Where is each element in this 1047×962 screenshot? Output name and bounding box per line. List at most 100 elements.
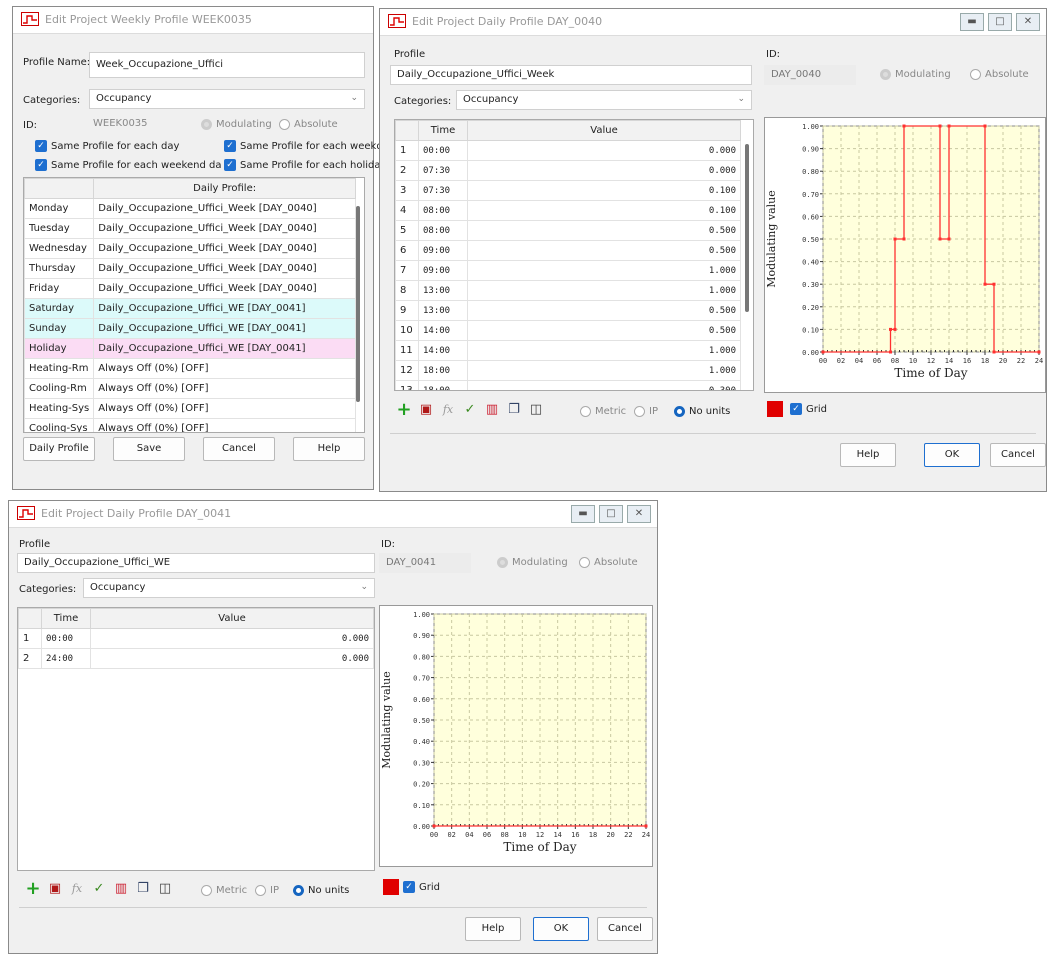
time-cell[interactable]: 18:00 [418,380,468,390]
radio-absolute[interactable]: Absolute [279,119,338,130]
table-row[interactable]: Sunday Daily_Occupazione_Uffici_WE [DAY_0… [24,318,356,339]
profile-cell[interactable]: Always Off (0%) [OFF] [93,358,356,379]
line-color-swatch[interactable] [767,401,783,417]
time-cell[interactable]: 13:00 [418,280,468,301]
profile-name-input[interactable]: Daily_Occupazione_Uffici_Week [390,65,752,85]
time-cell[interactable]: 07:30 [418,160,468,181]
help-button[interactable]: Help [293,437,365,461]
grid-checkbox[interactable]: ✓ Grid [790,403,827,415]
value-cell[interactable]: 0.500 [467,220,741,241]
scrollbar[interactable] [745,144,749,312]
value-cell[interactable]: 1.000 [467,260,741,281]
line-color-swatch[interactable] [383,879,399,895]
ok-button[interactable]: OK [533,917,589,941]
value-cell[interactable]: 0.300 [467,380,741,390]
profile-name-input[interactable]: Daily_Occupazione_Uffici_WE [17,553,375,573]
close-icon[interactable]: ✕ [1016,13,1040,31]
profile-cell[interactable]: Always Off (0%) [OFF] [93,378,356,399]
profile-name-input[interactable]: Week_Occupazione_Uffici [89,52,365,78]
table-row[interactable]: Holiday Daily_Occupazione_Uffici_WE [DAY_… [24,338,356,359]
weekly-title-bar[interactable]: Edit Project Weekly Profile WEEK0035 [13,7,373,34]
close-icon[interactable]: ✕ [627,505,651,523]
checkbox-same-weekday[interactable]: ✓ Same Profile for each weekday [224,140,395,152]
table-row[interactable]: 13 18:00 0.300 [395,380,741,390]
table-row[interactable]: 2 24:00 0.000 [18,648,374,669]
table-row[interactable]: 12 18:00 1.000 [395,360,741,381]
value-cell[interactable]: 0.000 [467,140,741,161]
function-icon[interactable]: fx [69,881,85,897]
paste-icon[interactable]: ◫ [157,881,173,897]
time-cell[interactable]: 13:00 [418,300,468,321]
profile-cell[interactable]: Daily_Occupazione_Uffici_WE [DAY_0041] [93,298,356,319]
radio-no-units[interactable]: No units [293,885,349,896]
daily-profile-button[interactable]: Daily Profile [23,437,95,461]
copy-icon[interactable]: ❐ [506,402,522,418]
value-cell[interactable]: 0.500 [467,300,741,321]
table-row[interactable]: 1 00:00 0.000 [18,628,374,649]
radio-absolute[interactable]: Absolute [579,557,638,568]
table-row[interactable]: 9 13:00 0.500 [395,300,741,321]
value-cell[interactable]: 0.000 [90,648,374,669]
profile-cell[interactable]: Daily_Occupazione_Uffici_WE [DAY_0041] [93,338,356,359]
categories-select[interactable]: Occupancy ⌄ [89,89,365,109]
table-row[interactable]: 7 09:00 1.000 [395,260,741,281]
table-row[interactable]: 5 08:00 0.500 [395,220,741,241]
radio-modulating[interactable]: Modulating [201,119,272,130]
table-row[interactable]: Cooling-Rm Always Off (0%) [OFF] [24,378,356,399]
table-row[interactable]: 4 08:00 0.100 [395,200,741,221]
save-button[interactable]: Save [113,437,185,461]
scrollbar[interactable] [356,206,360,402]
cancel-button[interactable]: Cancel [990,443,1046,467]
profile-cell[interactable]: Daily_Occupazione_Uffici_Week [DAY_0040] [93,238,356,259]
grid-checkbox[interactable]: ✓ Grid [403,881,440,893]
table-row[interactable]: Heating-Rm Always Off (0%) [OFF] [24,358,356,379]
radio-absolute[interactable]: Absolute [970,69,1029,80]
cancel-button[interactable]: Cancel [203,437,275,461]
profile-cell[interactable]: Always Off (0%) [OFF] [93,398,356,419]
profile-cell[interactable]: Daily_Occupazione_Uffici_WE [DAY_0041] [93,318,356,339]
day41-title-bar[interactable]: Edit Project Daily Profile DAY_0041 ▬ □ … [9,501,657,528]
time-cell[interactable]: 09:00 [418,260,468,281]
profile-cell[interactable]: Daily_Occupazione_Uffici_Week [DAY_0040] [93,198,356,219]
time-cell[interactable]: 14:00 [418,320,468,341]
table-row[interactable]: 10 14:00 0.500 [395,320,741,341]
minimize-icon[interactable]: ▬ [571,505,595,523]
categories-select[interactable]: Occupancy ⌄ [456,90,752,110]
time-cell[interactable]: 08:00 [418,220,468,241]
checkbox-same-holiday[interactable]: ✓ Same Profile for each holiday [224,159,386,171]
time-cell[interactable]: 14:00 [418,340,468,361]
maximize-icon[interactable]: □ [599,505,623,523]
table-row[interactable]: Heating-Sys Always Off (0%) [OFF] [24,398,356,419]
value-cell[interactable]: 0.100 [467,180,741,201]
profile-cell[interactable]: Daily_Occupazione_Uffici_Week [DAY_0040] [93,258,356,279]
time-cell[interactable]: 07:30 [418,180,468,201]
table-row[interactable]: Wednesday Daily_Occupazione_Uffici_Week [… [24,238,356,259]
profile-cell[interactable]: Daily_Occupazione_Uffici_Week [DAY_0040] [93,278,356,299]
radio-metric[interactable]: Metric [580,406,626,417]
profile-cell[interactable]: Daily_Occupazione_Uffici_Week [DAY_0040] [93,218,356,239]
add-row-icon[interactable]: + [396,401,412,419]
value-cell[interactable]: 0.500 [467,240,741,261]
paste-icon[interactable]: ◫ [528,402,544,418]
value-cell[interactable]: 1.000 [467,360,741,381]
check-values-icon[interactable]: ✓ [91,881,107,897]
radio-ip[interactable]: IP [255,885,279,896]
value-cell[interactable]: 1.000 [467,340,741,361]
checkbox-same-weekend[interactable]: ✓ Same Profile for each weekend da [35,159,221,171]
time-cell[interactable]: 18:00 [418,360,468,381]
categories-select[interactable]: Occupancy ⌄ [83,578,375,598]
profile-cell[interactable]: Always Off (0%) [OFF] [93,418,356,432]
add-row-icon[interactable]: + [25,880,41,898]
cancel-button[interactable]: Cancel [597,917,653,941]
table-row[interactable]: Thursday Daily_Occupazione_Uffici_Week [D… [24,258,356,279]
table-row[interactable]: 6 09:00 0.500 [395,240,741,261]
value-cell[interactable]: 0.000 [467,160,741,181]
chart-edit-icon[interactable]: ▥ [484,402,500,418]
delete-row-icon[interactable]: ▣ [47,881,63,897]
radio-ip[interactable]: IP [634,406,658,417]
copy-icon[interactable]: ❐ [135,881,151,897]
check-values-icon[interactable]: ✓ [462,402,478,418]
table-row[interactable]: 3 07:30 0.100 [395,180,741,201]
table-row[interactable]: 2 07:30 0.000 [395,160,741,181]
table-row[interactable]: Cooling-Sys Always Off (0%) [OFF] [24,418,356,432]
